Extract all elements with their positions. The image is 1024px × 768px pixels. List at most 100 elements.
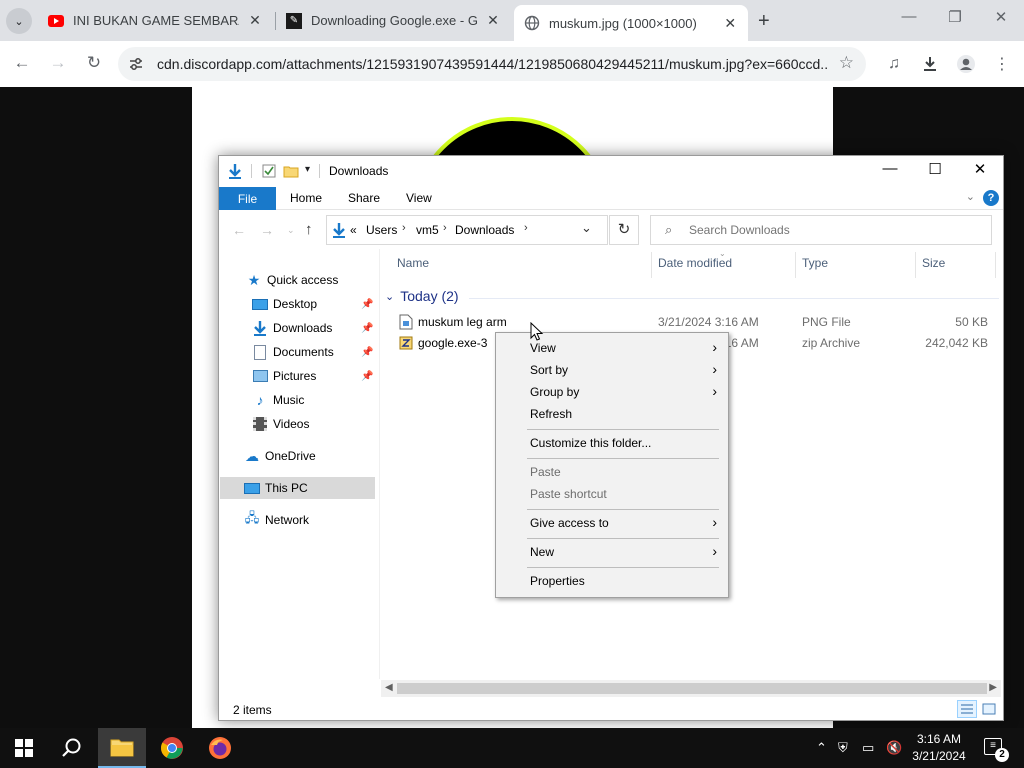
nav-item-downloads[interactable]: Downloads 📌	[251, 317, 375, 339]
table-row[interactable]: muskum leg arm 3/21/2024 3:16 AM PNG Fil…	[394, 312, 994, 333]
breadcrumb-vm5[interactable]: vm5	[416, 223, 439, 237]
chevron-right-icon[interactable]: ›	[402, 222, 406, 234]
download-icon[interactable]	[919, 53, 941, 75]
pin-icon[interactable]: 📌	[361, 299, 373, 310]
search-input[interactable]	[689, 221, 979, 239]
nav-network[interactable]: 🖧 Network	[243, 509, 309, 531]
ribbon-tab-view[interactable]: View	[406, 191, 432, 205]
recent-locations-chevron-icon[interactable]: ⌄	[287, 225, 295, 236]
network-status-icon[interactable]: ▭	[862, 740, 874, 756]
help-icon[interactable]: ?	[983, 190, 999, 206]
nav-item-music[interactable]: ♪ Music	[251, 389, 305, 411]
search-box[interactable]: ⌕	[650, 215, 992, 245]
pin-icon[interactable]: 📌	[361, 323, 373, 334]
properties-check-icon[interactable]	[261, 163, 277, 179]
new-folder-icon[interactable]	[283, 163, 299, 179]
bookmark-star-icon[interactable]: ☆	[839, 53, 854, 73]
volume-muted-icon[interactable]: 🔇	[886, 740, 902, 756]
forward-arrow-icon[interactable]: →	[47, 53, 69, 73]
column-divider[interactable]	[795, 252, 796, 278]
show-hidden-icons-chevron-icon[interactable]: ⌃	[816, 740, 827, 756]
nav-item-videos[interactable]: Videos	[251, 413, 309, 435]
column-divider[interactable]	[915, 252, 916, 278]
horizontal-scrollbar[interactable]: ◀ ▶	[381, 680, 1001, 697]
close-icon[interactable]: ✕	[247, 12, 263, 29]
up-arrow-icon[interactable]: ↑	[305, 221, 313, 238]
breadcrumb-overflow[interactable]: «	[350, 223, 357, 237]
site-settings-icon[interactable]	[128, 56, 144, 72]
url-text[interactable]: cdn.discordapp.com/attachments/121593190…	[157, 56, 827, 72]
customize-toolbar-chevron-icon[interactable]: ▾	[305, 164, 310, 175]
pin-icon[interactable]: 📌	[361, 371, 373, 382]
breadcrumb-users[interactable]: Users	[366, 223, 397, 237]
nav-item-pictures[interactable]: Pictures 📌	[251, 365, 375, 387]
nav-this-pc[interactable]: This PC	[220, 477, 375, 499]
pin-icon[interactable]: 📌	[361, 347, 373, 358]
forward-arrow-icon[interactable]: →	[260, 222, 274, 238]
column-divider[interactable]	[651, 252, 652, 278]
browser-tab-downloading[interactable]: ✎ Downloading Google.exe - Gar ✕	[276, 5, 511, 36]
taskbar-search-button[interactable]	[48, 728, 96, 768]
menu-item-sort-by[interactable]: Sort by ›	[499, 359, 725, 381]
chevron-down-icon[interactable]: ⌄	[385, 290, 394, 303]
new-tab-plus-icon[interactable]: +	[758, 10, 770, 33]
ribbon-tab-file[interactable]: File	[219, 187, 276, 210]
back-arrow-icon[interactable]: ←	[11, 53, 33, 73]
close-window-icon[interactable]: ✕	[991, 8, 1011, 26]
start-button[interactable]	[0, 728, 48, 768]
menu-item-new[interactable]: New ›	[499, 541, 725, 563]
restore-icon[interactable]: ❐	[945, 8, 965, 26]
column-header-name[interactable]: Name	[397, 256, 429, 276]
minimize-icon[interactable]: —	[899, 8, 919, 25]
nav-quick-access[interactable]: ★ Quick access	[245, 269, 339, 291]
expand-ribbon-chevron-icon[interactable]: ⌄	[966, 190, 975, 203]
tab-search-button[interactable]: ⌄	[6, 8, 32, 34]
pane-splitter[interactable]	[379, 249, 380, 679]
scroll-right-arrow-icon[interactable]: ▶	[989, 682, 997, 693]
refresh-icon[interactable]: ↻	[609, 215, 639, 245]
menu-item-give-access[interactable]: Give access to ›	[499, 512, 725, 534]
system-clock[interactable]: 3:16 AM 3/21/2024	[906, 731, 972, 765]
close-window-icon[interactable]: ✕	[957, 160, 1003, 182]
column-header-size[interactable]: Size	[922, 256, 945, 276]
close-icon[interactable]: ✕	[485, 12, 501, 29]
scrollbar-thumb[interactable]	[397, 683, 987, 694]
chevron-right-icon[interactable]: ›	[443, 222, 447, 234]
menu-item-properties[interactable]: Properties	[499, 570, 725, 592]
nav-item-documents[interactable]: Documents 📌	[251, 341, 375, 363]
menu-item-group-by[interactable]: Group by ›	[499, 381, 725, 403]
media-control-icon[interactable]: ♫	[883, 53, 905, 75]
maximize-icon[interactable]: ☐	[912, 160, 958, 182]
minimize-icon[interactable]: —	[867, 160, 913, 182]
more-menu-icon[interactable]: ⋮	[991, 53, 1013, 75]
taskbar-chrome[interactable]	[148, 728, 196, 768]
column-header-type[interactable]: Type	[802, 256, 828, 276]
address-bar[interactable]: cdn.discordapp.com/attachments/121593190…	[118, 47, 866, 81]
breadcrumb[interactable]: « Users › vm5 › Downloads › ⌄	[326, 215, 608, 245]
nav-item-desktop[interactable]: Desktop 📌	[251, 293, 375, 315]
close-icon[interactable]: ✕	[723, 15, 738, 32]
column-header-date[interactable]: Date modified	[658, 256, 732, 276]
details-view-icon[interactable]	[957, 700, 977, 718]
reload-icon[interactable]: ↻	[83, 53, 105, 73]
scroll-left-arrow-icon[interactable]: ◀	[385, 682, 393, 693]
group-header-today[interactable]: ⌄ Today (2)	[385, 288, 459, 304]
menu-item-customize-folder[interactable]: Customize this folder...	[499, 432, 725, 454]
address-history-chevron-icon[interactable]: ⌄	[581, 220, 592, 236]
chevron-right-icon[interactable]: ›	[524, 222, 528, 234]
back-arrow-icon[interactable]: ←	[232, 222, 246, 238]
column-divider[interactable]	[995, 252, 996, 278]
title-divider	[251, 164, 252, 178]
profile-avatar-icon[interactable]	[955, 53, 977, 75]
security-warning-icon[interactable]: ⛨	[838, 740, 848, 756]
ribbon-tab-home[interactable]: Home	[290, 191, 322, 205]
browser-tab-youtube[interactable]: INI BUKAN GAME SEMBARANG ✕	[38, 5, 273, 36]
large-icons-view-icon[interactable]	[979, 700, 999, 718]
menu-item-refresh[interactable]: Refresh	[499, 403, 725, 425]
breadcrumb-downloads[interactable]: Downloads	[455, 223, 514, 237]
ribbon-tab-share[interactable]: Share	[348, 191, 380, 205]
browser-tab-muskum[interactable]: muskum.jpg (1000×1000) ✕	[514, 5, 748, 41]
taskbar-file-explorer[interactable]	[98, 728, 146, 768]
taskbar-firefox[interactable]	[196, 728, 244, 768]
nav-onedrive[interactable]: ☁ OneDrive	[243, 445, 316, 467]
